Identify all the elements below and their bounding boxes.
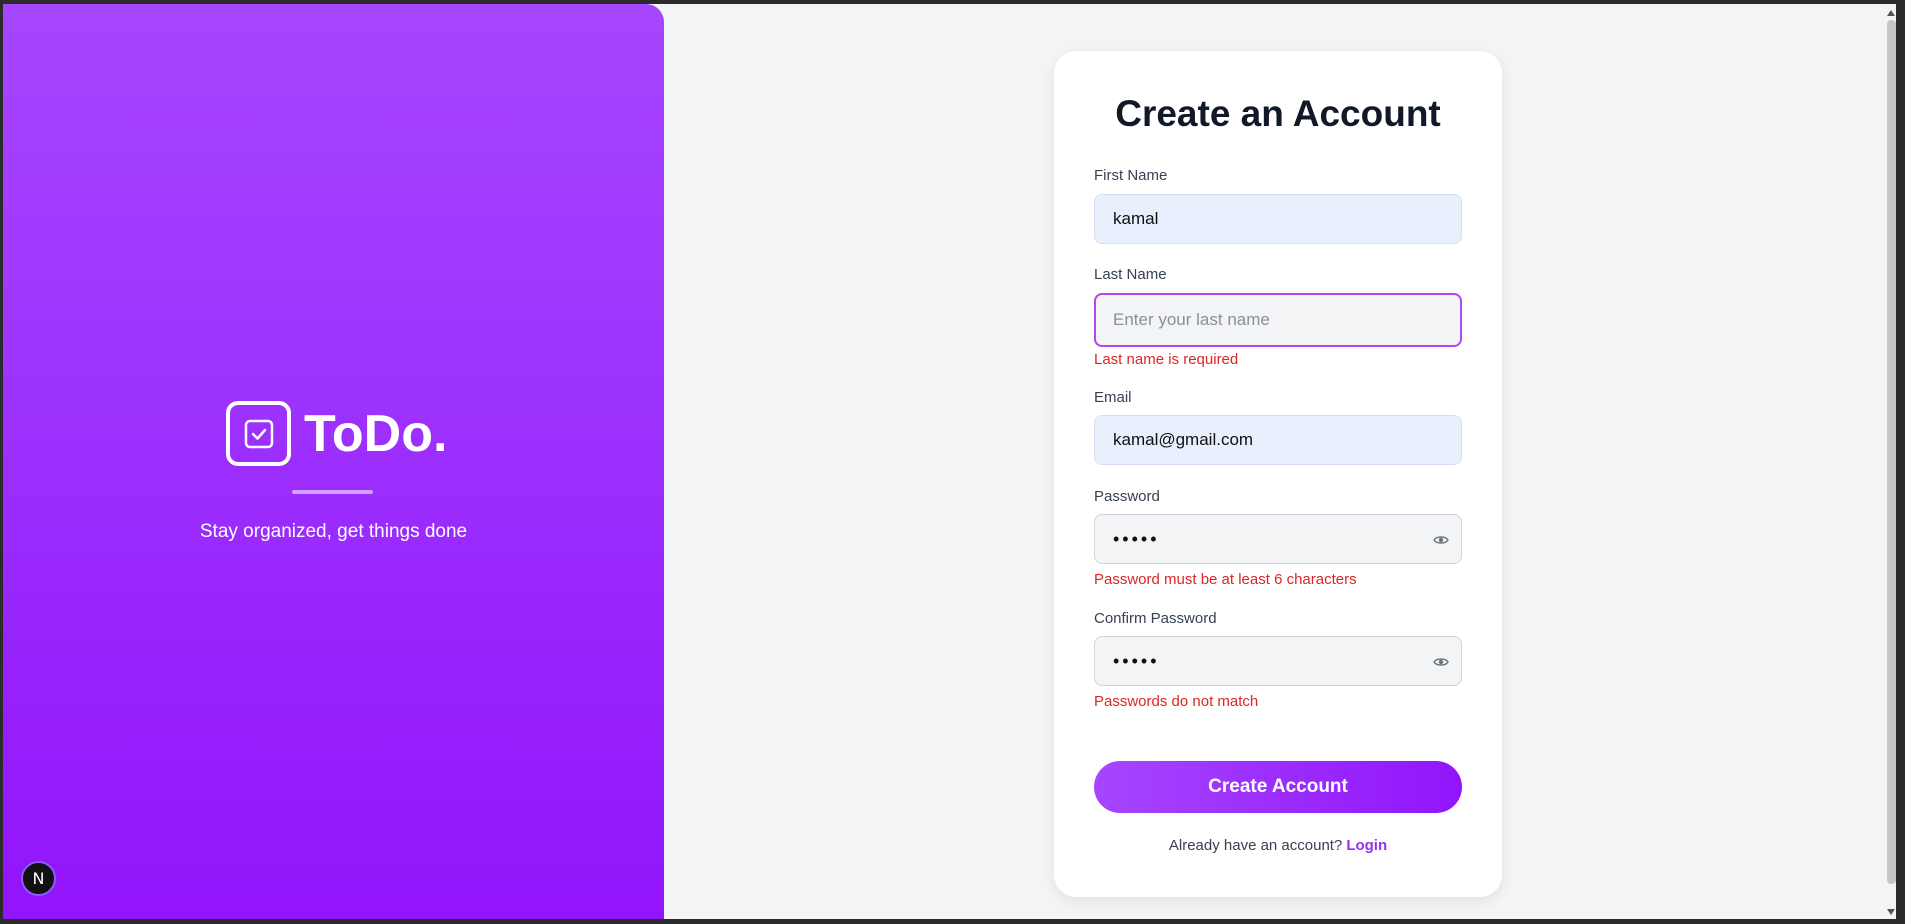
login-link[interactable]: Login — [1346, 837, 1387, 854]
scroll-up-arrow-icon[interactable] — [1887, 10, 1895, 16]
page-scrollbar[interactable] — [1887, 20, 1896, 884]
confirm-password-field-wrapper — [1094, 636, 1462, 686]
first-name-input[interactable] — [1111, 208, 1461, 230]
signup-card: Create an Account First Name Last Name L… — [1054, 51, 1502, 897]
eye-icon[interactable] — [1433, 654, 1449, 670]
nextjs-dev-badge[interactable]: N — [21, 861, 56, 896]
confirm-password-label: Confirm Password — [1094, 610, 1217, 627]
password-label: Password — [1094, 488, 1160, 505]
last-name-input[interactable] — [1111, 309, 1460, 331]
brand-tagline: Stay organized, get things done — [199, 521, 468, 542]
email-input[interactable] — [1111, 429, 1461, 451]
confirm-password-input[interactable] — [1111, 649, 1461, 673]
brand-logo: ToDo. — [226, 401, 447, 466]
last-name-field-wrapper — [1094, 293, 1462, 347]
email-field-wrapper — [1094, 415, 1462, 465]
eye-icon[interactable] — [1433, 532, 1449, 548]
page-title: Create an Account — [1115, 93, 1441, 134]
first-name-label: First Name — [1094, 167, 1168, 184]
browser-viewport: ToDo. Stay organized, get things done N … — [3, 4, 1896, 919]
scroll-down-arrow-icon[interactable] — [1887, 909, 1895, 915]
brand-divider — [292, 490, 373, 494]
create-account-button[interactable]: Create Account — [1094, 761, 1462, 813]
hero-panel: ToDo. Stay organized, get things done N — [3, 4, 664, 919]
first-name-field-wrapper — [1094, 194, 1462, 244]
email-label: Email — [1094, 389, 1132, 406]
last-name-label: Last Name — [1094, 266, 1167, 283]
password-field-wrapper — [1094, 514, 1462, 564]
login-prompt: Already have an account? Login — [1054, 837, 1502, 854]
brand-name: ToDo. — [304, 404, 448, 463]
last-name-error: Last name is required — [1094, 351, 1239, 368]
password-input[interactable] — [1111, 527, 1461, 551]
check-square-icon — [226, 401, 291, 466]
login-prompt-text: Already have an account? — [1168, 837, 1343, 854]
password-error: Password must be at least 6 characters — [1094, 571, 1357, 588]
confirm-password-error: Passwords do not match — [1094, 693, 1259, 710]
